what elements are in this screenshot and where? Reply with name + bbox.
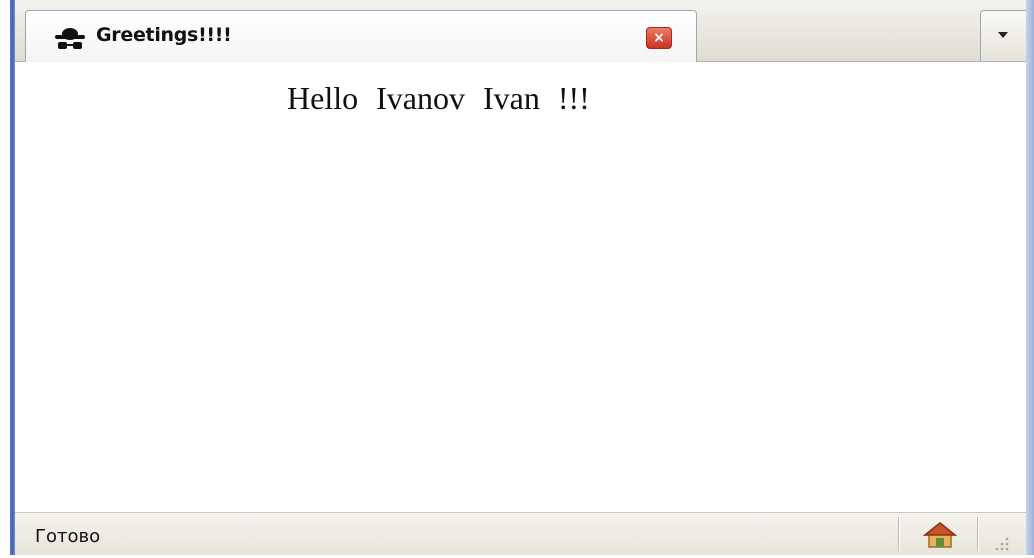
window-right-frame: [1026, 0, 1034, 555]
tab-greetings[interactable]: Greetings!!!! ×: [25, 10, 697, 62]
status-text: Готово: [35, 526, 101, 547]
chevron-down-icon: [998, 32, 1008, 38]
tab-bar: Greetings!!!! ×: [15, 0, 1026, 62]
window-left-frame: [0, 0, 15, 555]
tab-list-dropdown-button[interactable]: [980, 10, 1026, 61]
resize-grip-icon[interactable]: [991, 533, 1011, 553]
home-icon[interactable]: [922, 521, 958, 549]
close-icon: ×: [653, 30, 665, 46]
status-bar: Готово: [15, 512, 1026, 555]
tab-title: Greetings!!!!: [96, 24, 232, 46]
status-divider: [977, 517, 978, 551]
greeting-text: Hello Ivanov Ivan !!!: [287, 80, 590, 116]
page-content: Hello Ivanov Ivan !!!: [15, 62, 1026, 512]
spy-hat-icon: [52, 25, 88, 51]
tab-close-button[interactable]: ×: [646, 27, 672, 49]
status-divider: [898, 517, 899, 551]
browser-window: Greetings!!!! × Hello Ivanov Ivan !!! Го…: [0, 0, 1034, 555]
